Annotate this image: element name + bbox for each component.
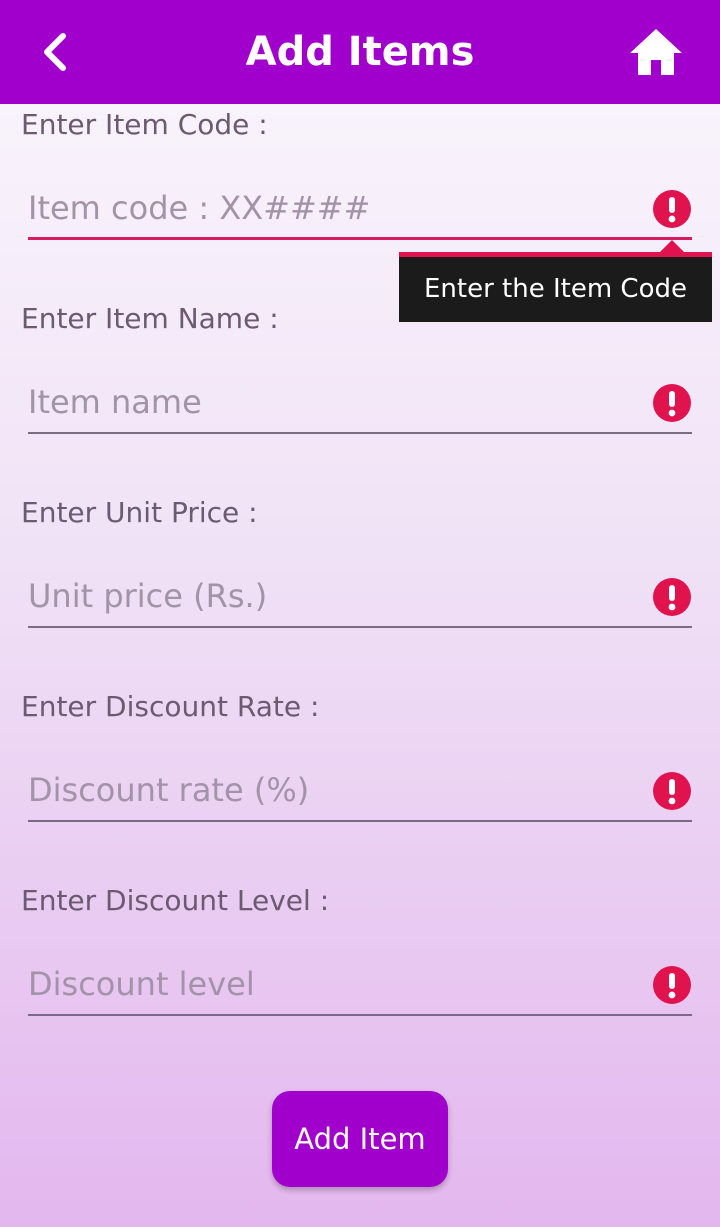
error-icon — [653, 190, 691, 228]
discount-level-label: Enter Discount Level : — [21, 884, 330, 917]
tooltip-arrow — [660, 240, 684, 252]
item-code-label: Enter Item Code : — [21, 108, 268, 141]
item-name-input[interactable] — [28, 372, 692, 434]
error-icon[interactable] — [652, 771, 692, 811]
error-icon[interactable] — [652, 965, 692, 1005]
home-button[interactable] — [620, 18, 692, 86]
error-icon[interactable] — [652, 383, 692, 423]
unit-price-label: Enter Unit Price : — [21, 496, 258, 529]
unit-price-input[interactable] — [28, 566, 692, 628]
discount-level-input[interactable] — [28, 954, 692, 1016]
chevron-left-icon — [44, 33, 66, 71]
discount-rate-label: Enter Discount Rate : — [21, 690, 320, 723]
error-tooltip: Enter the Item Code — [399, 252, 712, 322]
discount-rate-input[interactable] — [28, 760, 692, 822]
home-icon — [630, 29, 682, 75]
add-item-button[interactable]: Add Item — [272, 1091, 448, 1187]
back-button[interactable] — [22, 22, 86, 82]
item-code-input[interactable] — [28, 178, 692, 240]
error-icon[interactable] — [652, 577, 692, 617]
app-bar: Add Items — [0, 0, 720, 104]
item-name-label: Enter Item Name : — [21, 302, 279, 335]
page-title: Add Items — [245, 29, 475, 75]
